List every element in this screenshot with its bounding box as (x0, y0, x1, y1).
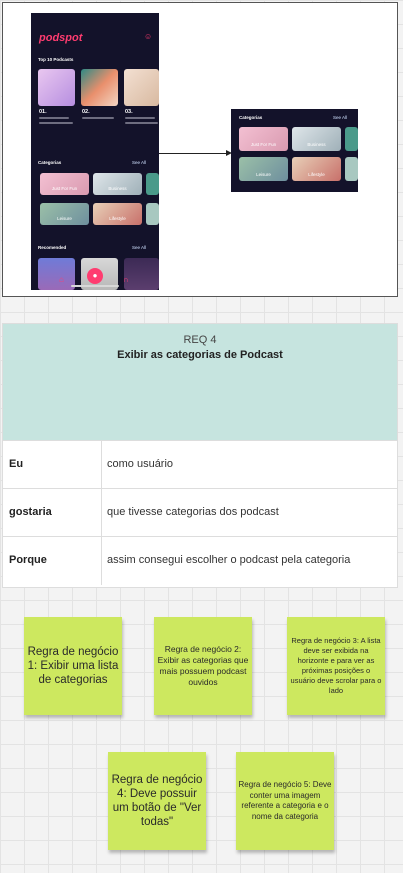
top-rank-2: 02. (82, 109, 90, 115)
requirement-header: REQ 4 Exibir as categorias de Podcast (3, 324, 397, 440)
column-divider (101, 441, 102, 489)
category-card[interactable]: Lifestyle (93, 203, 142, 225)
recommended-image[interactable] (124, 258, 159, 290)
category-label: Leisure (256, 172, 271, 177)
phone-mockup: podspot ☺ Top 10 Podcasts 01. 02. 03. Ca… (31, 13, 159, 290)
text-placeholder (39, 122, 73, 124)
category-label: Business (108, 186, 127, 191)
home-icon[interactable]: ⌂ (59, 275, 64, 284)
category-label: Lifestyle (109, 216, 126, 221)
row-key: Porque (9, 554, 47, 566)
note-text: Regra de negócio 2: Exibir as categorias… (157, 644, 249, 687)
row-value: assim consegui escolher o podcast pela c… (107, 554, 351, 566)
row-key: Eu (9, 458, 24, 470)
card-see-all[interactable]: See All (333, 115, 347, 120)
table-row: Porque assim consegui escolher o podcast… (3, 536, 397, 585)
text-placeholder (125, 122, 158, 124)
category-label: Leisure (57, 216, 72, 221)
requirement-title: Exibir as categorias de Podcast (117, 349, 283, 361)
headphones-icon[interactable]: ∩ (123, 275, 129, 284)
category-card[interactable]: Leisure (239, 157, 288, 181)
text-placeholder (82, 117, 114, 119)
note-text: Regra de negócio 1: Exibir uma lista de … (27, 646, 119, 686)
top-podcast-image-3[interactable] (124, 69, 159, 106)
note-text: Regra de negócio 5: Deve conter uma imag… (238, 780, 332, 821)
category-card[interactable]: Just For Fun (40, 173, 89, 195)
category-card[interactable]: Just For Fun (239, 127, 288, 151)
sticky-note[interactable]: Regra de negócio 2: Exibir as categorias… (154, 617, 252, 715)
note-text: Regra de negócio 3: A lista deve ser exi… (290, 636, 382, 695)
category-label: Lifestyle (308, 172, 325, 177)
row-value: como usuário (107, 458, 174, 470)
wireframe-frame: podspot ☺ Top 10 Podcasts 01. 02. 03. Ca… (2, 2, 398, 297)
category-label: Business (307, 142, 326, 147)
categories-card-zoom: Categorias See All Just For Fun Business… (231, 109, 358, 192)
user-icon[interactable]: ☺ (144, 32, 152, 41)
table-row: Eu como usuário (3, 440, 397, 489)
row-value: que tivesse categorias dos podcast (107, 506, 279, 518)
see-all-link[interactable]: See All (132, 245, 146, 250)
text-placeholder (125, 117, 155, 119)
row-key: gostaria (9, 506, 52, 518)
text-placeholder (39, 117, 69, 119)
category-card[interactable] (146, 173, 159, 195)
category-card[interactable] (345, 127, 358, 151)
recommended-heading: Recomended (38, 245, 67, 250)
sticky-note[interactable]: Regra de negócio 4: Deve possuir um botã… (108, 752, 206, 850)
requirement-number: REQ 4 (183, 334, 217, 346)
categories-heading: Categorias (38, 160, 62, 165)
connector-arrow (159, 153, 229, 154)
home-indicator (71, 285, 119, 287)
top-podcasts-heading: Top 10 Podcasts (38, 57, 74, 62)
sticky-note[interactable]: Regra de negócio 3: A lista deve ser exi… (287, 617, 385, 715)
column-divider (101, 537, 102, 585)
category-card[interactable] (146, 203, 159, 225)
category-card[interactable]: Business (93, 173, 142, 195)
card-title: Categorias (239, 115, 263, 120)
column-divider (101, 489, 102, 537)
category-card[interactable] (345, 157, 358, 181)
sticky-note[interactable]: Regra de negócio 5: Deve conter uma imag… (236, 752, 334, 850)
recommended-image[interactable] (38, 258, 75, 290)
mic-icon[interactable]: ● (87, 268, 103, 284)
category-label: Just For Fun (250, 142, 277, 147)
category-label: Just For Fun (51, 186, 78, 191)
top-podcast-image-1[interactable] (38, 69, 75, 106)
category-card[interactable]: Business (292, 127, 341, 151)
top-rank-1: 01. (39, 109, 47, 115)
top-rank-3: 03. (125, 109, 133, 115)
note-text: Regra de negócio 4: Deve possuir um botã… (111, 774, 203, 828)
sticky-note[interactable]: Regra de negócio 1: Exibir uma lista de … (24, 617, 122, 715)
top-podcast-image-2[interactable] (81, 69, 118, 106)
category-card[interactable]: Leisure (40, 203, 89, 225)
app-logo: podspot (39, 32, 83, 44)
table-row: gostaria que tivesse categorias dos podc… (3, 488, 397, 537)
category-card[interactable]: Lifestyle (292, 157, 341, 181)
see-all-link[interactable]: See All (132, 160, 146, 165)
requirement-table: REQ 4 Exibir as categorias de Podcast Eu… (2, 323, 398, 588)
